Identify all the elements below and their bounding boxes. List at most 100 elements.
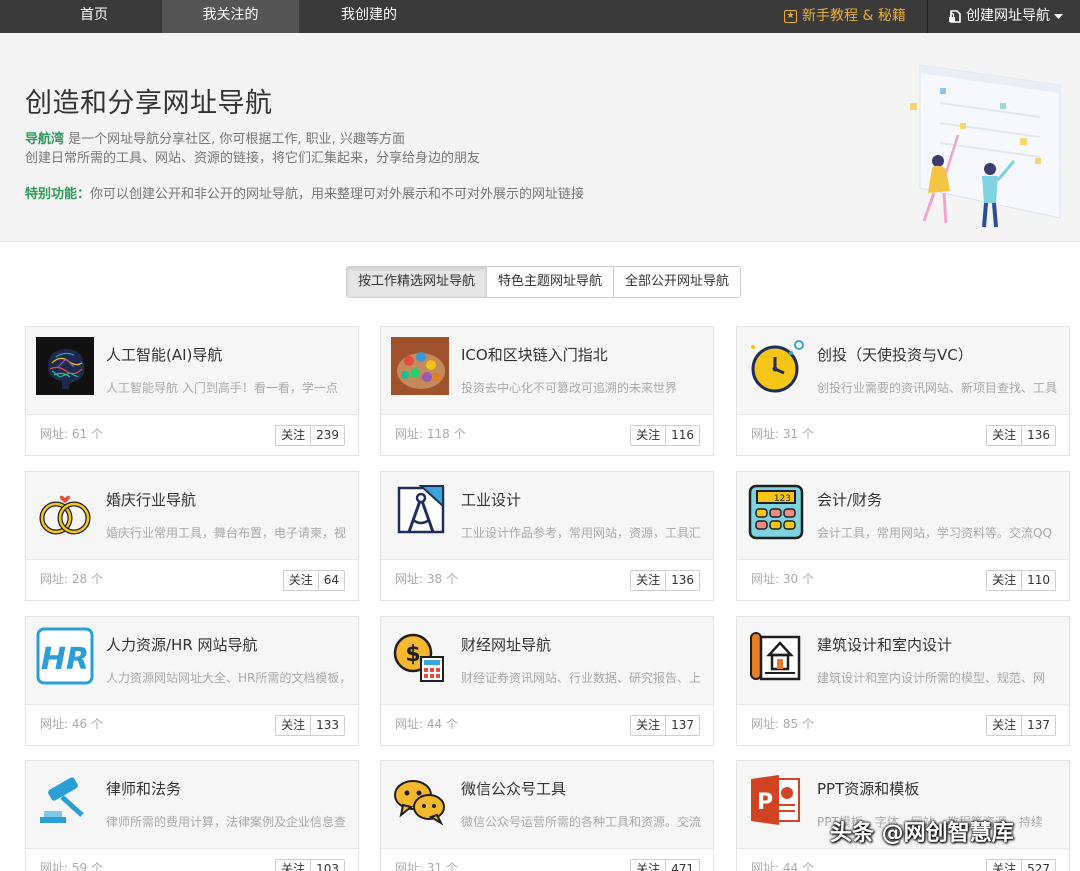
hero-section: 创造和分享网址导航 导航湾 是一个网址导航分享社区, 你可根据工作, 职业, 兴… [0, 33, 1080, 242]
follower-count: 116 [671, 428, 694, 442]
nav-card[interactable]: 建筑设计和室内设计建筑设计和室内设计所需的模型、规范、网网址: 85 个 关注 13… [736, 616, 1070, 746]
ai-brain-icon [36, 337, 94, 395]
card-description: 婚庆行业常用工具，舞台布置，电子请柬，视 [106, 526, 346, 540]
follow-label: 关注 [987, 716, 1023, 735]
follow-label: 关注 [987, 571, 1023, 590]
card-link-count: 网址: 85 个 [751, 717, 814, 731]
card-title[interactable]: 人力资源/HR 网站导航 [106, 634, 258, 655]
tab-featured-topics[interactable]: 特色主题网址导航 [486, 267, 614, 297]
card-description: 人工智能导航 入门到高手！看一看，学一点 [106, 381, 338, 395]
card-description: 律师所需的费用计算，法律案例及企业信息查 [106, 815, 346, 829]
nav-card[interactable]: 律师和法务律师所需的费用计算，法律案例及企业信息查网址: 59 个 关注 103 [25, 760, 359, 871]
card-title[interactable]: PPT资源和模板 [817, 778, 919, 799]
card-title[interactable]: 人工智能(AI)导航 [106, 344, 222, 365]
follow-button[interactable]: 关注 133 [275, 715, 345, 736]
card-header: 建筑设计和室内设计建筑设计和室内设计所需的模型、规范、网 [737, 617, 1069, 705]
watermark: 头条 @网创智慧库 [830, 821, 1014, 846]
card-link-count: 网址: 28 个 [40, 572, 103, 586]
compass-ruler-icon [391, 482, 449, 540]
nav-card[interactable]: HR 人力资源/HR 网站导航 人力资源网站网址大全、HR所需的文档模板， 网址: 4… [25, 616, 359, 746]
nav-card[interactable]: 婚庆行业导航婚庆行业常用工具，舞台布置，电子请柬，视网址: 28 个 关注 64 [25, 471, 359, 601]
follower-count: 137 [1027, 718, 1050, 732]
follow-button[interactable]: 关注 239 [275, 425, 345, 446]
svg-text:123: 123 [774, 494, 791, 504]
card-link-count: 网址: 59 个 [40, 861, 103, 871]
card-description: 建筑设计和室内设计所需的模型、规范、网 [817, 671, 1046, 685]
card-title[interactable]: 财经网址导航 [461, 634, 551, 655]
follow-button[interactable]: 关注 136 [630, 570, 700, 591]
house-blueprint-icon [747, 627, 805, 685]
nav-home[interactable]: 首页 [44, 0, 144, 33]
card-link-count: 网址: 31 个 [751, 427, 814, 441]
card-link-count: 网址: 31 个 [395, 861, 458, 871]
card-title[interactable]: 微信公众号工具 [461, 778, 566, 799]
card-header: 律师和法务律师所需的费用计算，法律案例及企业信息查 [26, 761, 358, 849]
follow-button[interactable]: 关注 64 [282, 570, 345, 591]
card-title[interactable]: 创投（天使投资与VC） [817, 344, 973, 365]
hero-intro-text: 是一个网址导航分享社区, 你可根据工作, 职业, 兴趣等方面 [64, 132, 405, 147]
card-header: 工业设计工业设计作品参考，常用网站，资源，工具汇 [381, 472, 713, 560]
tab-by-job[interactable]: 按工作精选网址导航 [347, 267, 487, 297]
card-link-count: 网址: 61 个 [40, 427, 103, 441]
nav-created[interactable]: 我创建的 [310, 0, 428, 33]
follow-button[interactable]: 关注 471 [630, 859, 700, 871]
nav-card[interactable]: 创投（天使投资与VC） 创投行业需要的资讯网站、新项目查找、工具网址: 31 个 关… [736, 326, 1070, 456]
nav-card[interactable]: ICO和区块链入门指北 投资去中心化不可篡改可追溯的未来世界网址: 118 个 关注… [380, 326, 714, 456]
follower-count: 103 [316, 862, 339, 871]
tab-all-public[interactable]: 全部公开网址导航 [613, 267, 741, 297]
nav-card[interactable]: 工业设计 工业设计作品参考，常用网站，资源，工具汇 网址: 38 个 关注 136 [380, 471, 714, 601]
follower-count: 110 [1027, 573, 1050, 587]
card-header: 创投（天使投资与VC） 创投行业需要的资讯网站、新项目查找、工具 [737, 327, 1069, 415]
hero-illustration [910, 64, 1061, 228]
card-header: ICO和区块链入门指北 投资去中心化不可篡改可追溯的未来世界 [381, 327, 713, 415]
card-header: 人工智能(AI)导航人工智能导航 入门到高手！看一看，学一点 [26, 327, 358, 415]
follow-button[interactable]: 关注 137 [630, 715, 700, 736]
card-description: 微信公众号运营所需的各种工具和资源。交流 [461, 815, 701, 829]
follower-count: 137 [671, 718, 694, 732]
star-icon: ★ [784, 10, 797, 23]
card-title[interactable]: 会计/财务 [817, 489, 882, 510]
card-description: 工业设计作品参考，常用网站，资源，工具汇 [461, 526, 701, 540]
card-description: 创投行业需要的资讯网站、新项目查找、工具 [817, 381, 1057, 395]
calculator-icon: 123 [747, 482, 805, 540]
card-title[interactable]: 律师和法务 [106, 778, 181, 799]
create-nav-dropdown[interactable]: 创建网址导航 [928, 0, 1080, 33]
hero-title: 创造和分享网址导航 [25, 88, 273, 119]
follow-label: 关注 [987, 426, 1023, 445]
follow-button[interactable]: 关注 103 [275, 859, 345, 871]
card-header: 123 会计/财务 会计工具，常用网站，学习资料等。交流QQ [737, 472, 1069, 560]
svg-text:HR: HR [41, 642, 89, 677]
tutorial-link[interactable]: ★ 新手教程 & 秘籍 [784, 0, 906, 33]
nav-card[interactable]: $ 财经网址导航 财经证券资讯网站、行业数据、研究报告、上 网址: 44 个 关注 137 [380, 616, 714, 746]
hero-intro-line: 导航湾 是一个网址导航分享社区, 你可根据工作, 职业, 兴趣等方面 [25, 128, 405, 147]
nav-following[interactable]: 我关注的 [162, 0, 299, 33]
follower-count: 527 [1027, 862, 1050, 871]
card-header: 微信公众号工具微信公众号运营所需的各种工具和资源。交流 [381, 761, 713, 849]
follow-label: 关注 [284, 571, 319, 590]
follow-button[interactable]: 关注 110 [986, 570, 1056, 591]
finance-coin-icon: $ [391, 627, 449, 685]
follow-label: 关注 [631, 426, 667, 445]
nav-card[interactable]: 123 会计/财务 会计工具，常用网站，学习资料等。交流QQ 网址: 30 个 关注 11… [736, 471, 1070, 601]
card-title[interactable]: 建筑设计和室内设计 [817, 634, 952, 655]
tutorial-label: 新手教程 & 秘籍 [802, 8, 906, 24]
follow-button[interactable]: 关注 116 [630, 425, 700, 446]
nav-card[interactable]: 人工智能(AI)导航人工智能导航 入门到高手！看一看，学一点网址: 61 个 关注… [25, 326, 359, 456]
follower-count: 239 [316, 428, 339, 442]
gavel-icon [36, 771, 94, 829]
card-link-count: 网址: 118 个 [395, 427, 466, 441]
nav-card[interactable]: 微信公众号工具微信公众号运营所需的各种工具和资源。交流网址: 31 个 关注 471 [380, 760, 714, 871]
card-title[interactable]: 工业设计 [461, 489, 521, 510]
follow-button[interactable]: 关注 137 [986, 715, 1056, 736]
card-title[interactable]: ICO和区块链入门指北 [461, 344, 608, 365]
follow-label: 关注 [631, 716, 667, 735]
follow-label: 关注 [631, 860, 667, 871]
follow-button[interactable]: 关注 136 [986, 425, 1056, 446]
svg-text:P: P [757, 790, 773, 815]
card-header: 婚庆行业导航婚庆行业常用工具，舞台布置，电子请柬，视 [26, 472, 358, 560]
follow-label: 关注 [631, 571, 667, 590]
card-title[interactable]: 婚庆行业导航 [106, 489, 196, 510]
follow-button[interactable]: 关注 527 [986, 859, 1056, 871]
wedding-rings-icon [36, 482, 94, 540]
follow-label: 关注 [276, 860, 312, 871]
